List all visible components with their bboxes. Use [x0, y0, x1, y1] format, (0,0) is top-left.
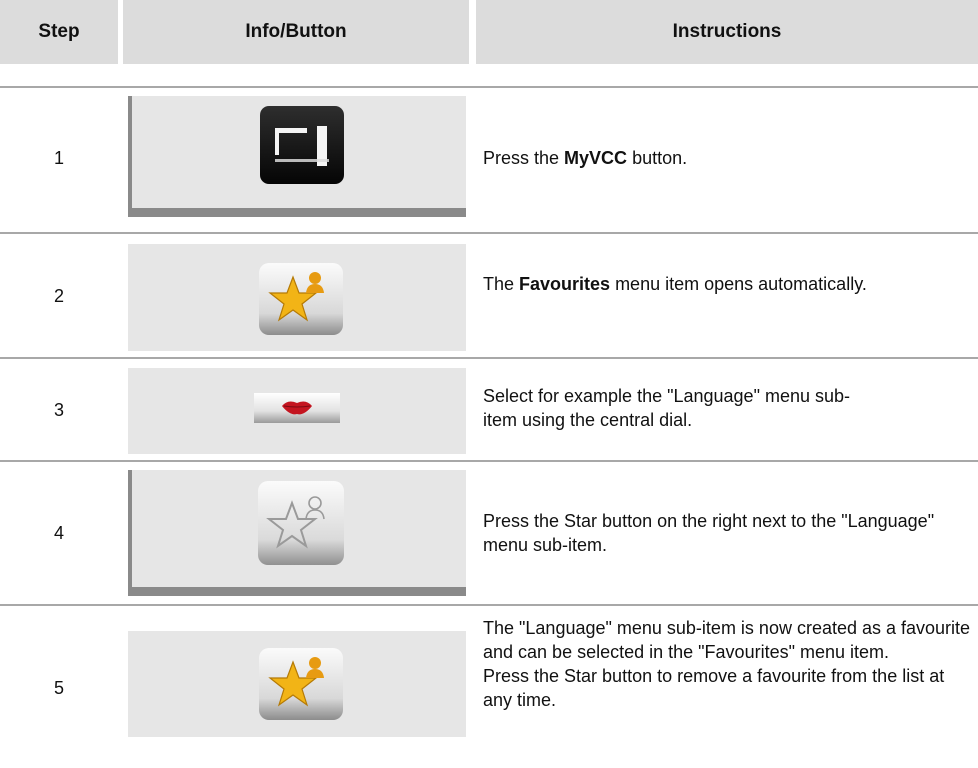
row-divider: [0, 86, 978, 88]
myvcc-button-icon: [260, 106, 344, 184]
instruction-text: Press the Star button on the right next …: [483, 511, 935, 555]
step-number: 1: [53, 147, 64, 168]
favourites-star-icon: [259, 648, 343, 720]
step-number: 2: [53, 285, 64, 306]
header-info-button: Info/Button: [123, 0, 469, 64]
header-step: Step: [0, 0, 118, 64]
instruction-text: The "Language" menu sub-item is now crea…: [483, 616, 973, 712]
instruction-paragraph: The "Language" menu sub-item is now crea…: [483, 618, 971, 662]
star-button-grey-icon: [258, 481, 344, 565]
instruction-line: item using the central dial.: [483, 410, 693, 430]
favourites-star-icon: [259, 263, 343, 335]
step-number: 4: [53, 522, 64, 543]
step-number: 3: [53, 399, 64, 420]
step-number: 5: [53, 677, 64, 698]
row-divider: [0, 604, 978, 606]
row-divider: [0, 460, 978, 462]
row-divider: [0, 232, 978, 234]
instruction-line: Select for example the "Language" menu s…: [483, 386, 851, 406]
language-lips-icon: [254, 393, 340, 423]
row-divider: [0, 357, 978, 359]
instruction-text: Select for example the "Language" menu s…: [483, 384, 973, 432]
instruction-paragraph: Press the Star button to remove a favour…: [483, 666, 945, 710]
instruction-text: Press the MyVCC button.: [483, 148, 688, 168]
header-instructions: Instructions: [476, 0, 978, 64]
instruction-text: The Favourites menu item opens automatic…: [483, 274, 867, 294]
